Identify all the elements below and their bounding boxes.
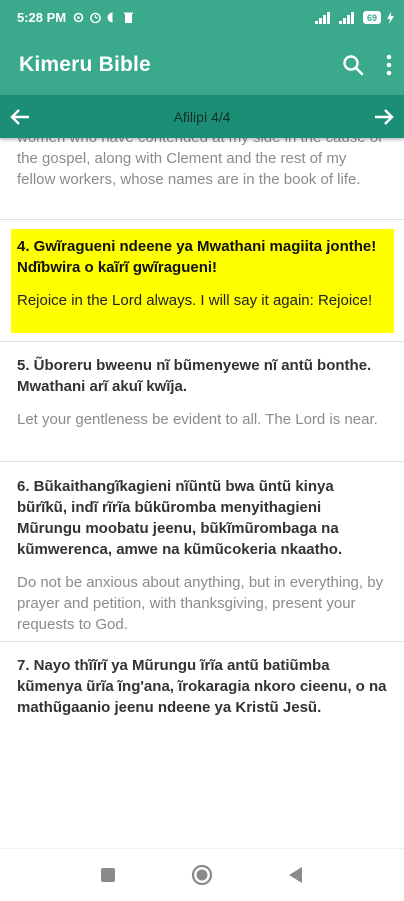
app-bar: Kimeru Bible: [0, 35, 404, 95]
verse-item[interactable]: women who have contended at my side in t…: [0, 138, 404, 190]
divider: [0, 461, 404, 462]
status-right: 69: [314, 11, 394, 24]
verse-translation: Rejoice in the Lord always. I will say i…: [17, 292, 373, 309]
verse-item[interactable]: 7. Nayo thĩĩrĩ ya Mũrungu ĩrĩa antũ bati…: [0, 655, 404, 718]
arrow-left-icon[interactable]: [6, 103, 34, 131]
verse-text: 5. Ũboreru bweenu nĩ bũmenyewe nĩ antũ b…: [17, 357, 372, 395]
verse-text: 4. Gwĩragueni ndeene ya Mwathani magiita…: [17, 238, 377, 276]
status-icons: [72, 11, 134, 24]
data-saver-icon: [107, 12, 118, 23]
verse-translation: women who have contended at my side in t…: [17, 138, 382, 188]
settings-icon: [73, 12, 84, 23]
verse-list[interactable]: women who have contended at my side in t…: [0, 138, 404, 738]
verse-item[interactable]: 6. Bũkaithangĩkagieni nĩũntũ bwa ũntũ ki…: [0, 476, 404, 635]
app-actions: [342, 54, 392, 76]
verse-text: 7. Nayo thĩĩrĩ ya Mũrungu ĩrĩa antũ bati…: [17, 657, 387, 716]
delete-notification-icon: [124, 12, 134, 23]
signal-icon: [314, 11, 330, 24]
divider: [0, 341, 404, 342]
status-bar: 5:28 PM 69: [0, 0, 404, 35]
divider: [0, 219, 404, 220]
scroll-fade: [0, 716, 404, 738]
app-title: Kimeru Bible: [19, 53, 151, 76]
system-nav-bar: [0, 848, 404, 901]
verse-text: 6. Bũkaithangĩkagieni nĩũntũ bwa ũntũ ki…: [17, 478, 343, 558]
chapter-title[interactable]: Afilipi 4/4: [174, 109, 231, 125]
divider: [0, 641, 404, 642]
verse-item[interactable]: 5. Ũboreru bweenu nĩ bũmenyewe nĩ antũ b…: [0, 355, 404, 430]
status-time: 5:28 PM: [17, 10, 67, 25]
signal-icon-2: [338, 11, 354, 24]
alarm-icon: [90, 12, 101, 24]
home-icon[interactable]: [191, 864, 213, 886]
chapter-nav-bar: Afilipi 4/4: [0, 95, 404, 138]
search-icon[interactable]: [342, 54, 364, 76]
charging-icon: [387, 11, 394, 24]
battery-icon: 69: [362, 11, 381, 24]
verse-translation: Let your gentleness be evident to all. T…: [17, 411, 378, 428]
verse-translation: Do not be anxious about anything, but in…: [17, 574, 384, 633]
verse-item-highlighted[interactable]: 4. Gwĩragueni ndeene ya Mwathani magiita…: [0, 236, 404, 311]
back-icon[interactable]: [289, 867, 303, 883]
more-vert-icon[interactable]: [386, 54, 392, 76]
arrow-right-icon[interactable]: [370, 103, 398, 131]
recents-icon[interactable]: [101, 868, 115, 882]
